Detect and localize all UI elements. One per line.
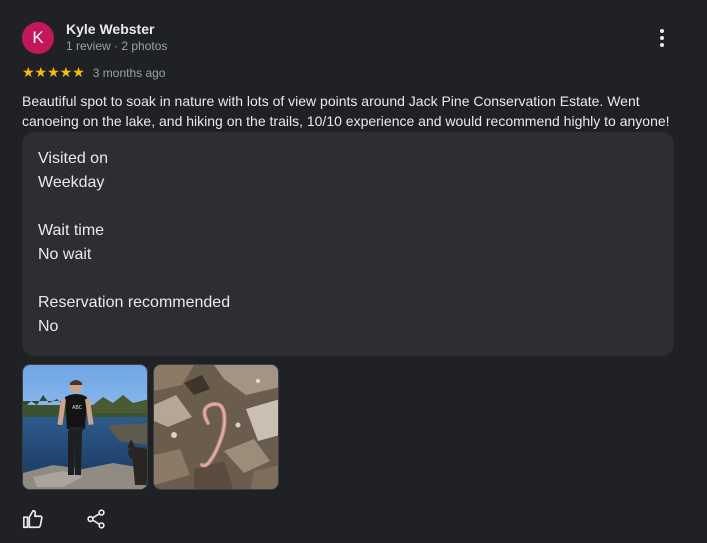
avatar[interactable]: K — [22, 22, 54, 54]
photo-worm-image — [154, 365, 278, 489]
review-text: Beautiful spot to soak in nature with lo… — [22, 93, 670, 129]
star-rating: ★★★★★ — [22, 65, 85, 81]
review-date: 3 months ago — [92, 66, 166, 80]
more-vert-icon — [660, 29, 664, 47]
svg-text:ABC: ABC — [72, 405, 83, 411]
rating-row: ★★★★★ 3 months ago — [22, 65, 165, 81]
share-icon[interactable] — [85, 508, 107, 530]
detail-value-wait-time: No wait — [38, 246, 92, 263]
review-details-panel: Visited on Weekday Wait time No wait Res… — [22, 132, 674, 356]
review-photo-worm[interactable] — [153, 364, 279, 490]
reviewer-name[interactable]: Kyle Webster — [66, 21, 154, 37]
thumb-up-icon[interactable] — [22, 508, 44, 530]
detail-label-reservation: Reservation recommended — [38, 294, 231, 311]
review-card: K Kyle Webster 1 review · 2 photos ★★★★★… — [0, 0, 707, 543]
detail-label-wait-time: Wait time — [38, 222, 105, 239]
reviewer-meta: 1 review · 2 photos — [66, 39, 168, 53]
detail-value-visited-on: Weekday — [38, 174, 105, 191]
review-photo-lake[interactable]: ABC — [22, 364, 148, 490]
photo-lake-image: ABC — [23, 365, 147, 489]
detail-value-reservation: No — [38, 318, 59, 335]
more-options-button[interactable] — [650, 26, 674, 50]
detail-label-visited-on: Visited on — [38, 150, 108, 167]
